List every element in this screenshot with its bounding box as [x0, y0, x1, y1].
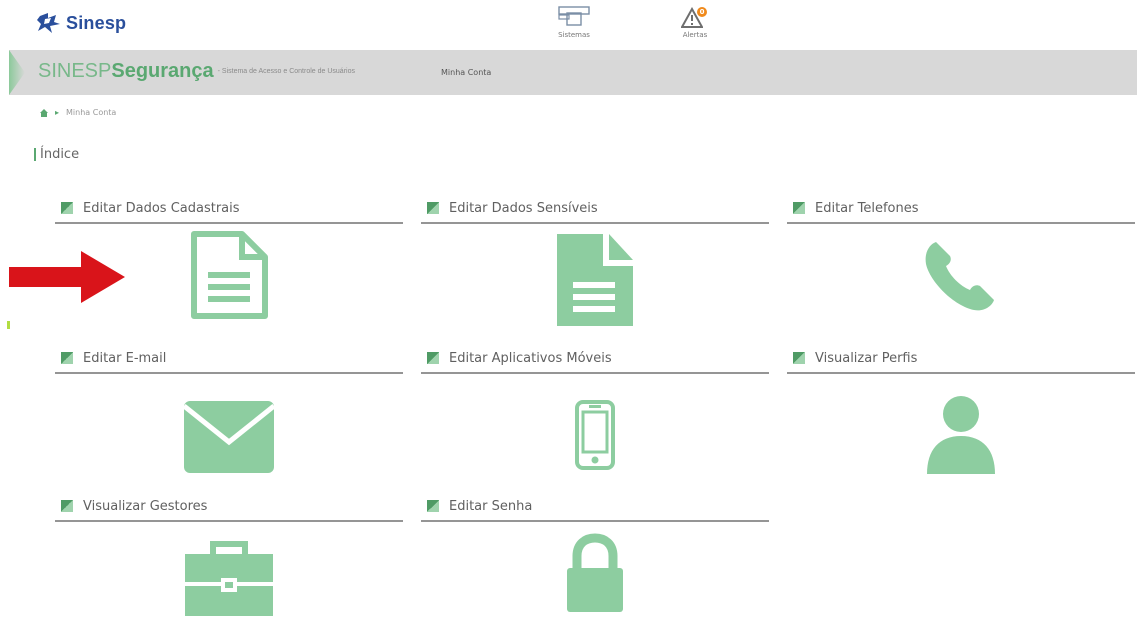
phone-icon [925, 242, 994, 311]
green-marker [7, 321, 10, 329]
card-divider [55, 520, 403, 522]
card-divider [421, 520, 769, 522]
card-divider [55, 222, 403, 224]
card-editar-dados-sensiveis[interactable]: Editar Dados Sensíveis [421, 197, 769, 328]
sinesp-emblem-icon [37, 13, 60, 33]
card-divider [421, 372, 769, 374]
breadcrumb-separator-icon: ▸ [55, 108, 60, 117]
card-marker-icon [61, 202, 73, 214]
navigation-band: SINESPSegurança - Sistema de Acesso e Con… [9, 50, 1137, 95]
brand-bold: Segurança [111, 60, 214, 82]
mobile-phone-icon [575, 400, 615, 470]
card-divider [421, 222, 769, 224]
brand-prefix: SINESP [38, 60, 112, 82]
card-marker-icon [61, 352, 73, 364]
alerts-button[interactable]: 0 Alertas [681, 4, 709, 39]
card-marker-icon [427, 202, 439, 214]
brand-subtitle: - Sistema de Acesso e Controle de Usuári… [217, 68, 355, 76]
card-label: Editar E-mail [83, 350, 167, 366]
card-editar-telefones[interactable]: Editar Telefones [787, 197, 1135, 320]
card-label: Visualizar Perfis [815, 350, 918, 366]
systems-button[interactable]: Sistemas [556, 4, 592, 39]
title-bar [34, 148, 36, 161]
card-icon-wrap [55, 230, 403, 320]
card-marker-icon [61, 500, 73, 512]
card-header: Editar E-mail [55, 347, 403, 369]
page-title-text: Índice [40, 147, 80, 162]
card-marker-icon [427, 500, 439, 512]
document-filled-icon [557, 234, 633, 326]
card-marker-icon [427, 352, 439, 364]
card-marker-icon [793, 352, 805, 364]
card-icon-wrap [787, 394, 1135, 476]
home-icon[interactable] [40, 108, 48, 117]
systems-label: Sistemas [558, 31, 590, 39]
nav-chevron [9, 50, 25, 95]
card-visualizar-perfis[interactable]: Visualizar Perfis [787, 347, 1135, 476]
top-header: Sinesp Sistemas 0 Alertas [0, 0, 1137, 50]
windows-icon [558, 6, 590, 26]
card-icon-wrap [55, 540, 403, 618]
card-marker-icon [793, 202, 805, 214]
envelope-icon [183, 401, 275, 473]
card-icon-wrap [55, 400, 403, 474]
card-label: Editar Dados Sensíveis [449, 200, 598, 216]
card-visualizar-gestores[interactable]: Visualizar Gestores [55, 495, 403, 618]
card-label: Editar Senha [449, 498, 533, 514]
logo-text: Sinesp [66, 12, 127, 33]
card-icon-wrap [421, 400, 769, 470]
card-divider [55, 372, 403, 374]
padlock-icon [567, 533, 623, 612]
card-header: Visualizar Perfis [787, 347, 1135, 369]
card-header: Editar Dados Cadastrais [55, 197, 403, 219]
breadcrumb: ▸ Minha Conta [40, 108, 116, 117]
document-outline-icon [191, 231, 268, 319]
card-label: Visualizar Gestores [83, 498, 208, 514]
breadcrumb-current: Minha Conta [66, 108, 117, 117]
card-header: Editar Telefones [787, 197, 1135, 219]
card-icon-wrap [421, 230, 769, 328]
card-editar-dados-cadastrais[interactable]: Editar Dados Cadastrais [55, 197, 403, 320]
card-header: Editar Dados Sensíveis [421, 197, 769, 219]
card-label: Editar Dados Cadastrais [83, 200, 240, 216]
card-label: Editar Telefones [815, 200, 919, 216]
user-icon [927, 396, 995, 474]
card-header: Editar Aplicativos Móveis [421, 347, 769, 369]
brand-title[interactable]: SINESPSegurança - Sistema de Acesso e Con… [38, 60, 355, 83]
card-divider [787, 372, 1135, 374]
card-label: Editar Aplicativos Móveis [449, 350, 612, 366]
briefcase-icon [185, 541, 273, 616]
card-icon-wrap [787, 230, 1135, 320]
card-header: Editar Senha [421, 495, 769, 517]
card-editar-e-mail[interactable]: Editar E-mail [55, 347, 403, 474]
card-editar-senha[interactable]: Editar Senha [421, 495, 769, 614]
card-editar-aplicativos-moveis[interactable]: Editar Aplicativos Móveis [421, 347, 769, 470]
card-divider [787, 222, 1135, 224]
alerts-label: Alertas [682, 31, 708, 39]
card-icon-wrap [421, 532, 769, 614]
alerts-count-badge: 0 [697, 7, 707, 17]
nav-minha-conta[interactable]: Minha Conta [441, 68, 491, 77]
card-header: Visualizar Gestores [55, 495, 403, 517]
page-title: Índice [34, 147, 79, 162]
sinesp-logo[interactable]: Sinesp [36, 12, 126, 34]
